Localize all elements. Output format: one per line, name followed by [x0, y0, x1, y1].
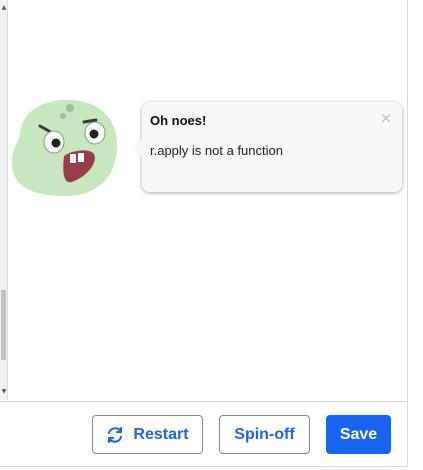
editor-frame: ▲ ▼ Oh noes! × r.apply is not a function… [0, 0, 408, 467]
error-title: Oh noes! [150, 113, 207, 128]
restart-label: Restart [133, 425, 189, 443]
scroll-down-arrow-icon[interactable]: ▼ [1, 388, 7, 396]
restart-icon [106, 426, 124, 444]
scroll-up-arrow-icon[interactable]: ▲ [1, 4, 7, 12]
error-message: r.apply is not a function [150, 143, 283, 158]
scroll-thumb[interactable] [1, 290, 6, 360]
spin-off-button[interactable]: Spin-off [219, 415, 310, 454]
restart-button[interactable]: Restart [92, 415, 203, 454]
save-label: Save [339, 425, 378, 443]
bottom-toolbar: Restart Spin-off Save [0, 401, 408, 467]
spin-off-label: Spin-off [234, 425, 295, 443]
output-canvas[interactable]: Oh noes! × r.apply is not a function [8, 0, 408, 400]
vertical-scrollbar[interactable]: ▲ ▼ [0, 0, 8, 400]
error-bubble: Oh noes! × r.apply is not a function [133, 102, 402, 192]
error-buddy-icon [12, 99, 118, 196]
close-icon[interactable]: × [379, 111, 393, 126]
bubble-tail [133, 140, 142, 156]
save-button[interactable]: Save [326, 415, 391, 454]
